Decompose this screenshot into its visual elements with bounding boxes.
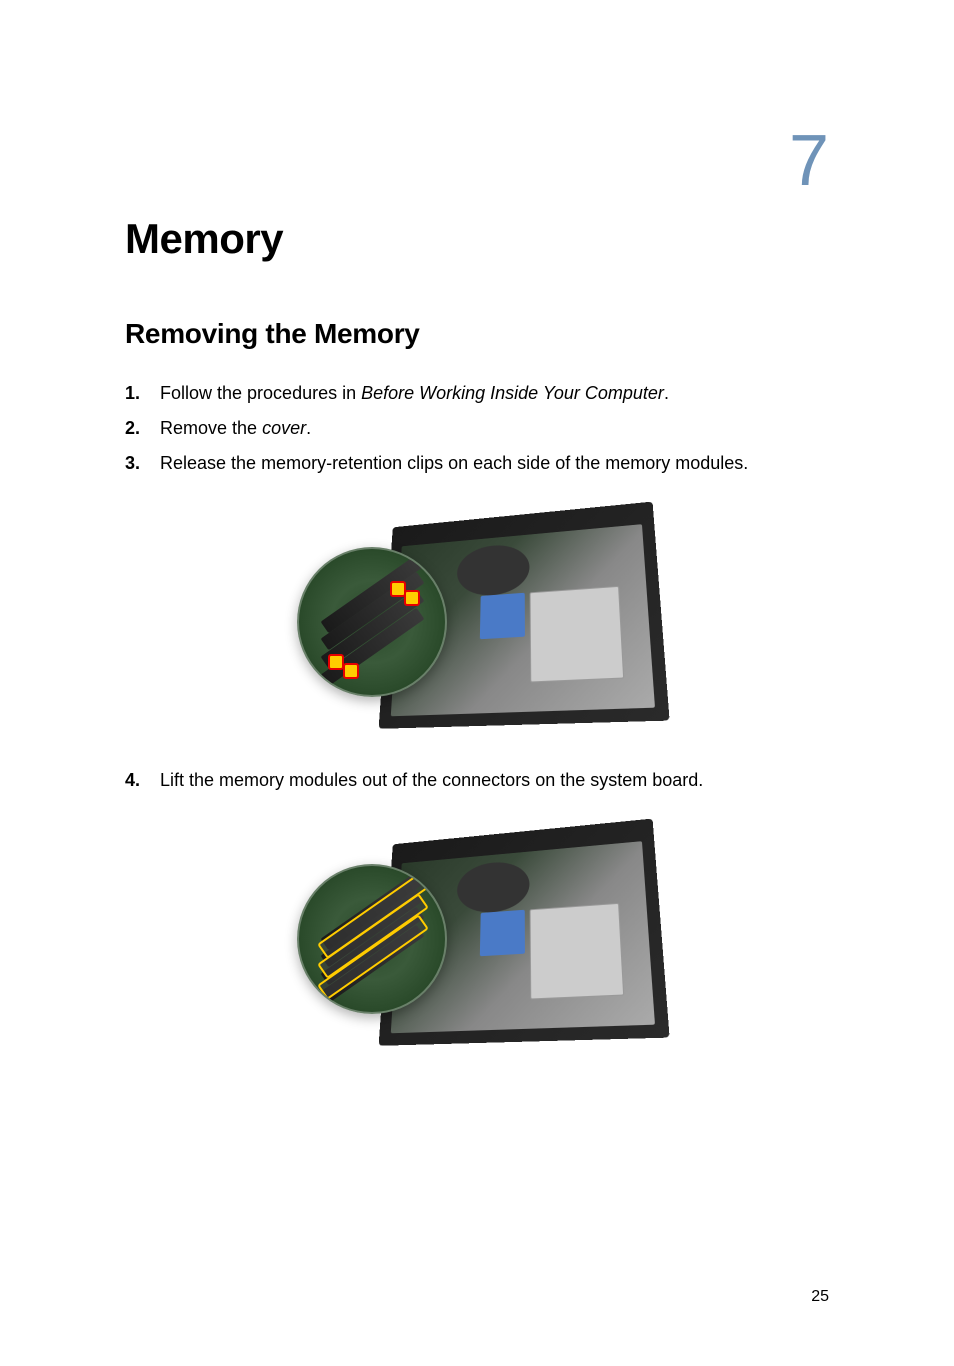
step-text: Lift the memory modules out of the conne… <box>160 767 829 794</box>
retention-clip-highlight-icon <box>328 654 344 670</box>
retention-clip-highlight-icon <box>390 581 406 597</box>
step-text-before: Remove the <box>160 418 262 438</box>
retention-clip-highlight-icon <box>343 663 359 679</box>
blue-component-icon <box>479 593 524 640</box>
step-item: 4. Lift the memory modules out of the co… <box>125 767 829 794</box>
chapter-title: Memory <box>125 215 829 263</box>
step-text-italic: Before Working Inside Your Computer <box>361 383 664 403</box>
procedure-list-continued: 4. Lift the memory modules out of the co… <box>125 767 829 794</box>
blue-component-icon <box>479 910 524 957</box>
figure-container-2 <box>125 809 829 1059</box>
retention-clip-highlight-icon <box>404 590 420 606</box>
step-text-after: . <box>306 418 311 438</box>
step-number: 3. <box>125 450 160 477</box>
cpu-fan-icon <box>456 860 529 915</box>
section-title: Removing the Memory <box>125 318 829 350</box>
step-number: 2. <box>125 415 160 442</box>
step-text: Follow the procedures in Before Working … <box>160 380 829 407</box>
computer-figure-modules <box>297 809 657 1059</box>
step-text-before: Follow the procedures in <box>160 383 361 403</box>
step-item: 3. Release the memory-retention clips on… <box>125 450 829 477</box>
page-number: 25 <box>811 1288 829 1306</box>
drive-bay-icon <box>529 586 624 683</box>
step-text-after: . <box>664 383 669 403</box>
zoom-inset-icon <box>297 547 447 697</box>
procedure-list: 1. Follow the procedures in Before Worki… <box>125 380 829 477</box>
step-text: Remove the cover. <box>160 415 829 442</box>
figure-container-1 <box>125 492 829 742</box>
computer-figure-clips <box>297 492 657 742</box>
cpu-fan-icon <box>456 543 529 598</box>
step-number: 4. <box>125 767 160 794</box>
step-number: 1. <box>125 380 160 407</box>
step-text-before: Lift the memory modules out of the conne… <box>160 770 703 790</box>
step-text-italic: cover <box>262 418 306 438</box>
step-item: 2. Remove the cover. <box>125 415 829 442</box>
drive-bay-icon <box>529 903 624 1000</box>
step-item: 1. Follow the procedures in Before Worki… <box>125 380 829 407</box>
chapter-number: 7 <box>789 125 829 197</box>
step-text: Release the memory-retention clips on ea… <box>160 450 829 477</box>
zoom-inset-icon <box>297 864 447 1014</box>
step-text-before: Release the memory-retention clips on ea… <box>160 453 748 473</box>
